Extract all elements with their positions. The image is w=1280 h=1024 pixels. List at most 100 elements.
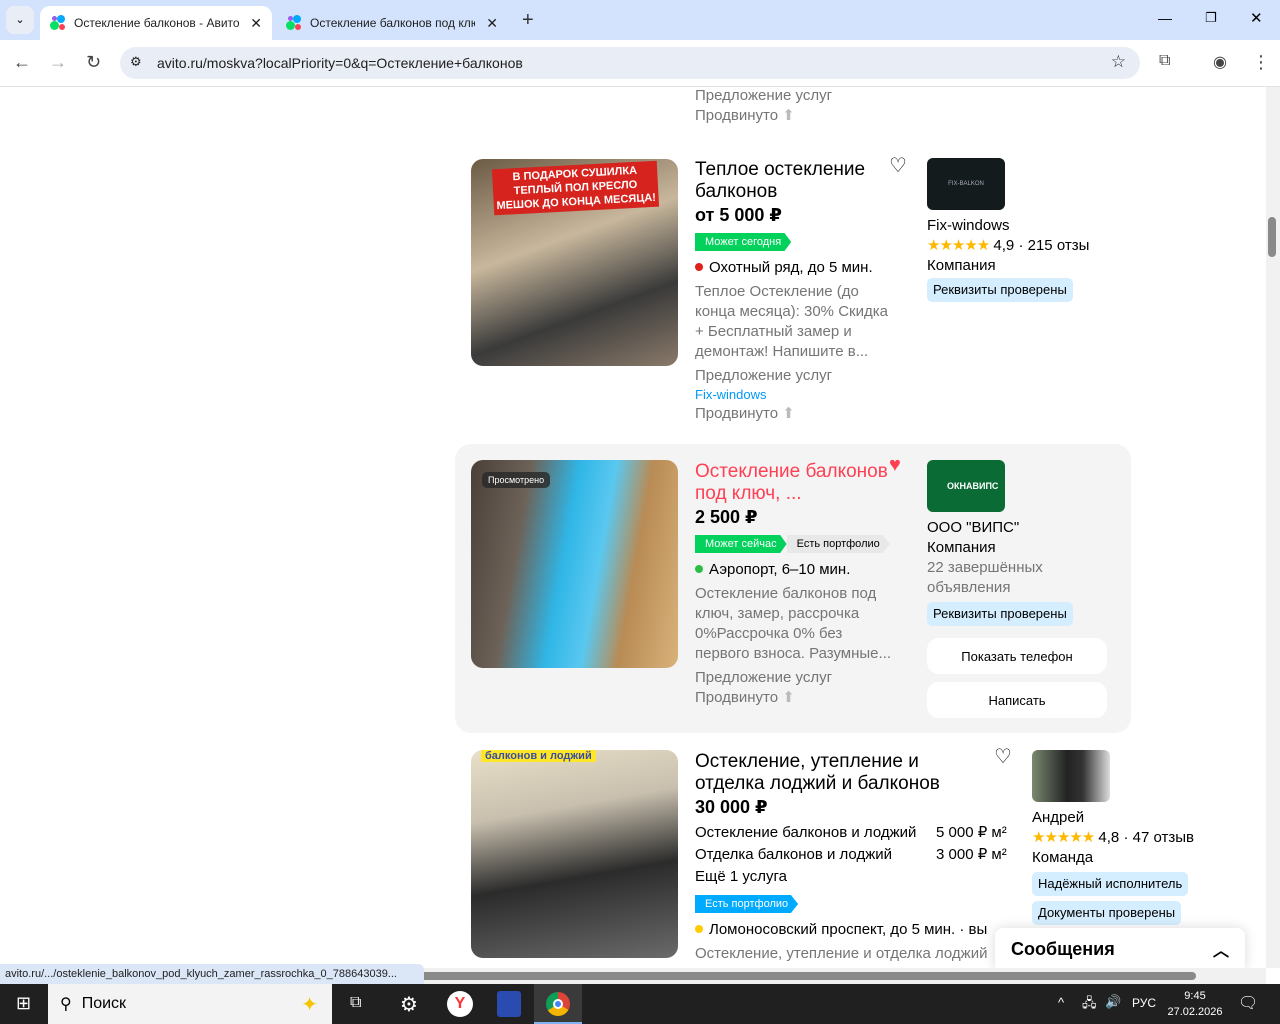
extensions-icon[interactable]: ⧉ <box>1159 52 1170 70</box>
seller-name[interactable]: ООО "ВИПС" <box>927 518 1117 538</box>
close-tab-icon[interactable]: ✕ <box>250 15 262 32</box>
listing-description: Остекление балконов под ключ, замер, рас… <box>695 585 892 662</box>
rating-stars-icon: ★★★★★ <box>1032 829 1095 846</box>
windows-start-icon[interactable]: ⊞ <box>16 993 31 1014</box>
badge-can-today: Может сегодня <box>695 233 792 251</box>
listing-location: Охотный ряд, до 5 мин. <box>695 259 895 276</box>
listing-type: Предложение услуг <box>695 367 833 384</box>
badge-can-now: Может сейчас <box>695 535 787 553</box>
close-window-icon[interactable]: ✕ <box>1250 9 1263 27</box>
vertical-scrollbar[interactable] <box>1266 87 1280 968</box>
metro-dot-icon <box>695 263 703 271</box>
url-text: avito.ru/moskva?localPriority=0&q=Остекл… <box>157 55 523 71</box>
sparkle-icon: ✦ <box>301 993 318 1016</box>
reliable-chip: Надёжный исполнитель <box>1032 872 1189 896</box>
listing-price: 2 500 ₽ <box>695 507 758 527</box>
clock[interactable]: 9:45 27.02.2026 <box>1166 988 1224 1020</box>
badge-portfolio: Есть портфолио <box>786 535 890 553</box>
photo-banner-text: В ПОДАРОК СУШИЛКА ТЕПЛЫЙ ПОЛ КРЕСЛО МЕШО… <box>491 160 660 216</box>
status-url-bubble: avito.ru/.../osteklenie_balkonov_pod_kly… <box>0 964 424 984</box>
network-icon[interactable]: 🖧 <box>1082 994 1097 1016</box>
favorite-heart-icon[interactable]: ♡ <box>994 744 1012 769</box>
promoted-label: Продвинуто ⬆ <box>695 689 795 706</box>
services-list: Остекление балконов и лоджий 5 000 ₽ м² О… <box>695 822 1015 888</box>
seller-completed: 22 завершённых объявления <box>927 559 1043 596</box>
seller-name[interactable]: Андрей <box>1032 808 1214 828</box>
new-tab-icon[interactable]: + <box>522 9 534 32</box>
show-phone-button[interactable]: Показать телефон <box>927 638 1107 674</box>
listing-photo[interactable]: балконов и лоджий <box>471 750 678 958</box>
metro-dot-icon <box>695 565 703 573</box>
avito-favicon-icon <box>50 15 66 31</box>
restore-icon[interactable]: ❐ <box>1205 10 1217 26</box>
task-view-icon[interactable]: ⧉ <box>350 994 361 1012</box>
reload-icon[interactable]: ↻ <box>86 52 101 73</box>
site-settings-icon[interactable]: ⚙ <box>130 54 142 70</box>
seller-avatar[interactable] <box>1032 750 1110 802</box>
tab-title: Остекление балконов - Авито <box>74 16 240 30</box>
seller-logo[interactable]: ОКНАВИПС <box>927 460 1005 512</box>
seller-link[interactable]: Fix-windows <box>695 386 895 404</box>
seller-kind: Компания <box>927 257 996 274</box>
forward-icon[interactable]: → <box>49 52 67 73</box>
verified-chip: Реквизиты проверены <box>927 278 1073 302</box>
taskbar: ⊞ ⚲ Поиск ✦ ⧉ ⚙ Y ^ 🖧 🔊 РУС 9:45 27.02.202… <box>0 984 1280 1024</box>
back-icon[interactable]: ← <box>13 52 31 73</box>
tab-title: Остекление балконов под клю <box>310 16 475 30</box>
verified-chip: Реквизиты проверены <box>927 602 1073 626</box>
listing-photo[interactable]: В ПОДАРОК СУШИЛКА ТЕПЛЫЙ ПОЛ КРЕСЛО МЕШО… <box>471 159 678 366</box>
listing-description: Остекление, утепление и отделка лоджий <box>695 945 988 962</box>
listing-type: Предложение услуг <box>695 669 833 686</box>
profile-icon[interactable]: ◉ <box>1213 52 1227 72</box>
prev-listing-tail: Предложение услуг Продвинуто ⬆ <box>695 86 832 126</box>
service-row: Отделка балконов и лоджий 3 000 ₽ м² <box>695 846 1007 863</box>
listing-location: Ломоносовский проспект, до 5 мин. · вы <box>695 921 995 938</box>
seller-logo[interactable]: FIX-BALKON <box>927 158 1005 210</box>
chrome-taskbar-button[interactable] <box>534 984 582 1024</box>
tab-search-button[interactable]: ⌄ <box>6 6 34 34</box>
toolbar: ← → ↻ ⚙ avito.ru/moskva?localPriority=0&… <box>0 40 1280 87</box>
badge-portfolio: Есть портфолио <box>695 895 799 913</box>
app-icon[interactable] <box>497 991 521 1017</box>
seller-name[interactable]: Fix-windows <box>927 216 1117 236</box>
tray-chevron-icon[interactable]: ^ <box>1058 995 1064 1010</box>
scrollbar-thumb[interactable] <box>1268 217 1276 257</box>
promoted-label: Продвинуто ⬆ <box>695 107 795 124</box>
address-bar[interactable]: ⚙ avito.ru/moskva?localPriority=0&q=Осте… <box>120 47 1140 79</box>
menu-icon[interactable]: ⋮ <box>1252 52 1270 73</box>
messages-panel[interactable]: Сообщения ︿ <box>995 928 1245 970</box>
close-tab-icon[interactable]: ✕ <box>486 15 498 32</box>
documents-chip: Документы проверены <box>1032 901 1182 925</box>
settings-gear-icon[interactable]: ⚙ <box>400 992 418 1017</box>
seller-kind: Компания <box>927 539 996 556</box>
rating-stars-icon: ★★★★★ <box>927 237 990 254</box>
taskbar-search-box[interactable]: ⚲ Поиск ✦ <box>48 984 332 1024</box>
yandex-browser-icon[interactable]: Y <box>447 991 473 1017</box>
messages-label: Сообщения <box>1011 938 1115 959</box>
tab-bar: ⌄ Остекление балконов - Авито ✕ Остеклен… <box>0 0 1280 40</box>
chevron-up-icon[interactable]: ︿ <box>1213 937 1229 961</box>
language-indicator[interactable]: РУС <box>1132 996 1156 1010</box>
search-icon: ⚲ <box>60 996 72 1013</box>
promoted-label: Продвинуто ⬆ <box>695 405 795 422</box>
favorite-heart-icon[interactable]: ♡ <box>889 153 907 178</box>
tab-active[interactable]: Остекление балконов - Авито ✕ <box>40 6 272 40</box>
metro-dot-icon <box>695 925 703 933</box>
service-row: Остекление балконов и лоджий 5 000 ₽ м² <box>695 824 1007 841</box>
listing-title[interactable]: Остекление, утепление и отделка лоджий и… <box>695 751 955 795</box>
favorite-heart-filled-icon[interactable]: ♥ <box>889 454 901 477</box>
write-message-button[interactable]: Написать <box>927 682 1107 718</box>
more-services-link[interactable]: Ещё 1 услуга <box>695 866 1015 888</box>
volume-icon[interactable]: 🔊 <box>1105 994 1121 1010</box>
listing-photo[interactable]: Просмотрено <box>471 460 678 668</box>
seller-rating: ★★★★★ 4,9 · 215 отзы <box>927 237 1090 254</box>
photo-banner-text: балконов и лоджий <box>481 750 596 762</box>
listing-title[interactable]: Теплое остекление балконов <box>695 159 895 203</box>
bookmark-star-icon[interactable]: ☆ <box>1111 52 1126 72</box>
tab-inactive[interactable]: Остекление балконов под клю ✕ <box>276 6 508 40</box>
notifications-icon[interactable]: 🗨 <box>1238 993 1258 1013</box>
listing-title[interactable]: Остекление балконов под ключ, ... <box>695 461 900 505</box>
listing-price: 30 000 ₽ <box>695 797 768 817</box>
minimize-icon[interactable]: — <box>1158 10 1172 26</box>
listing-location: Аэропорт, 6–10 мин. <box>695 561 900 578</box>
